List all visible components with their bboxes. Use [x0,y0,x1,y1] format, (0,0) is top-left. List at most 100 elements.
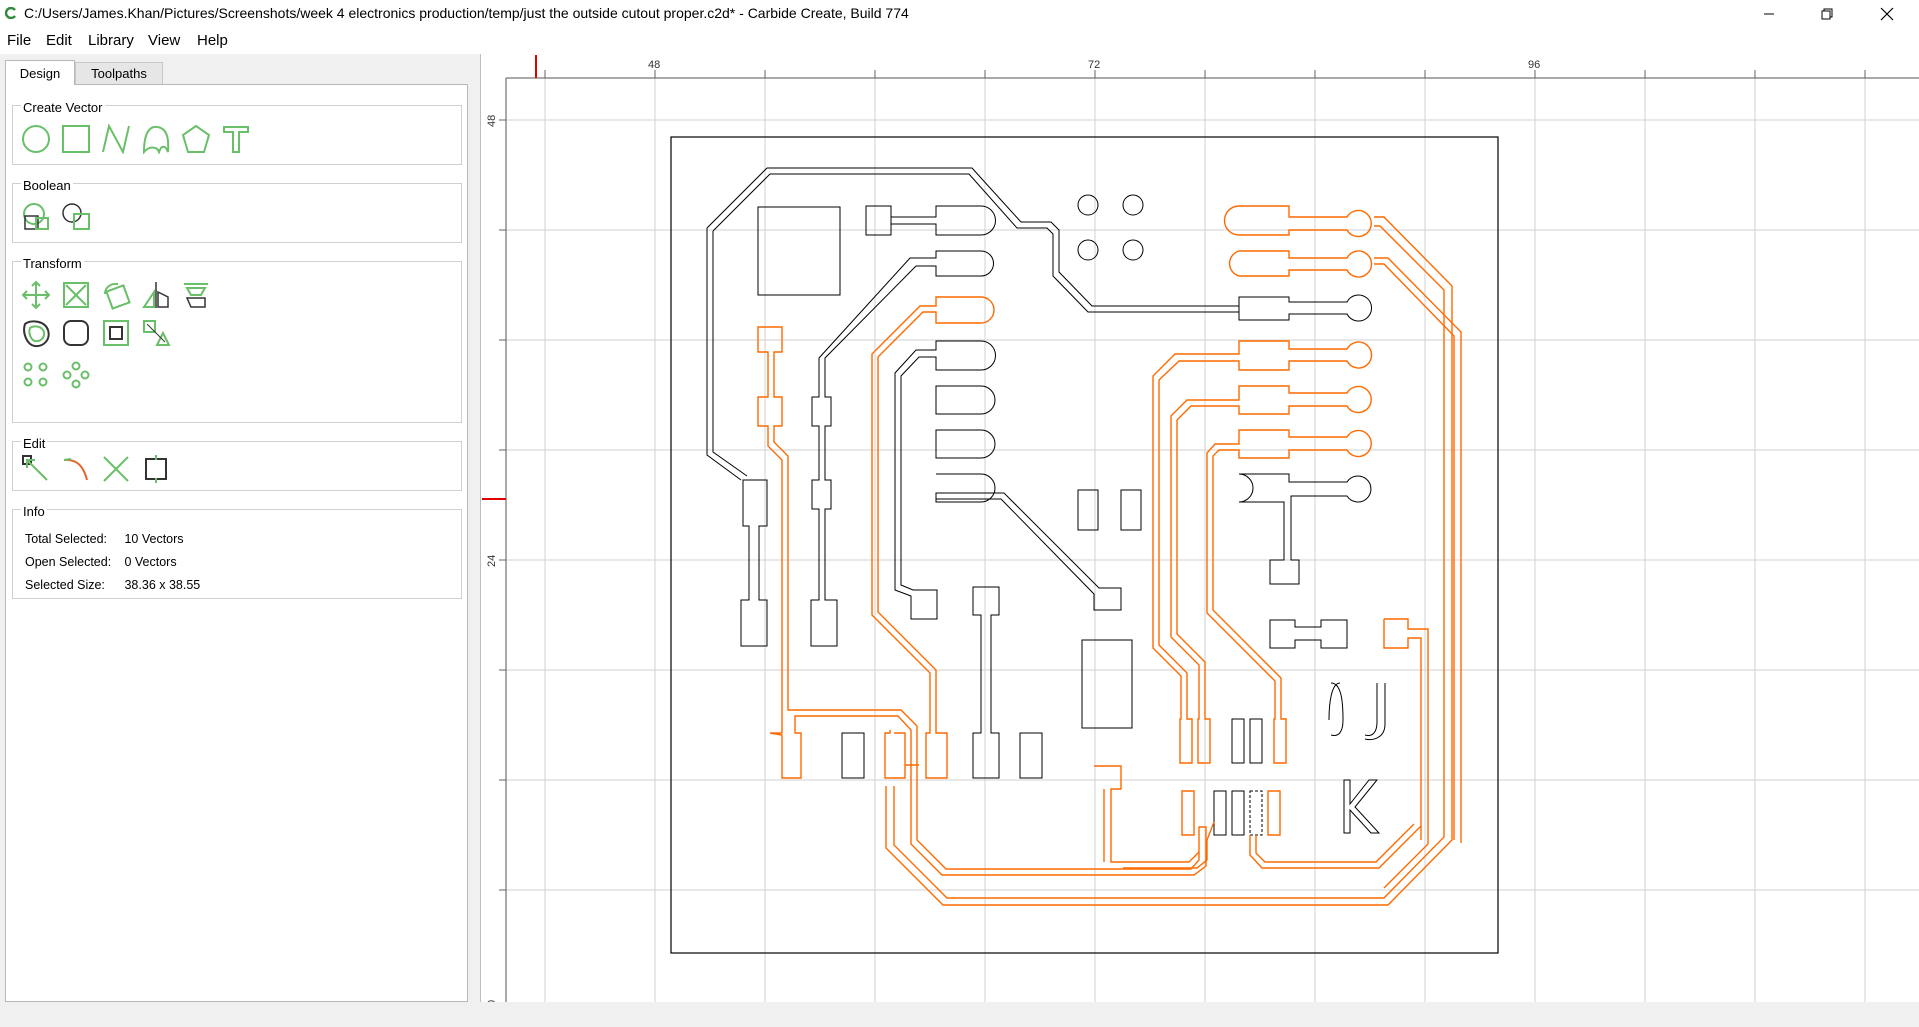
trace-pad-group-1[interactable] [810,250,994,647]
mounting-hole[interactable] [1122,194,1144,216]
menu-help[interactable]: Help [197,32,228,49]
trace-path-1[interactable] [706,167,1239,307]
label-k[interactable] [1343,779,1381,834]
top-ruler: 48 72 96 [482,55,1919,79]
selected-trace-1[interactable] [757,326,1207,876]
align-icon[interactable] [181,280,211,310]
trace-path-3[interactable] [706,228,742,481]
boolean-group: Boolean [12,178,462,243]
menu-view[interactable]: View [148,32,180,49]
selected-size-value: 38.36 x 38.55 [124,578,201,592]
trace-path-4[interactable] [712,231,748,477]
minimize-button[interactable] [1746,0,1792,28]
mirror-icon[interactable] [141,280,171,310]
trace-path-2[interactable] [712,173,1239,313]
unselected-vectors[interactable] [706,167,1386,836]
pad[interactable] [1249,790,1263,836]
fillet-icon[interactable] [61,318,91,348]
union-icon[interactable] [21,202,51,232]
cut-icon[interactable] [101,454,131,484]
selected-pad-2[interactable] [1383,619,1422,840]
group-icon[interactable] [101,318,131,348]
panel-body: Create Vector Boolean Transform Edit Inf… [5,84,468,1002]
selected-trace-2[interactable] [871,296,995,779]
linear-array-icon[interactable] [61,360,91,390]
selected-trace-6[interactable] [893,225,1445,899]
circular-array-icon[interactable] [21,360,51,390]
scale-icon[interactable] [61,280,91,310]
tab-design[interactable]: Design [5,60,75,85]
trace-pad-group-4[interactable] [935,473,1122,611]
pad[interactable] [1231,790,1245,836]
label-j-2[interactable] [1364,683,1386,741]
curve-icon[interactable] [141,124,171,154]
label-j-1[interactable] [1328,682,1344,736]
info-selected-size: Selected Size: 38.36 x 38.55 [25,578,200,592]
edit-group: Edit [12,436,462,491]
selected-pad-3[interactable] [1181,790,1195,836]
pad-pair[interactable] [1269,619,1348,649]
restore-button[interactable] [1804,0,1850,28]
info-total-selected: Total Selected: 10 Vectors [25,532,184,546]
canvas-svg[interactable]: 48 72 96 48 24 0 [481,54,1919,1006]
status-bar [0,1002,1919,1027]
create-vector-title: Create Vector [21,100,105,115]
design-panel: Design Toolpaths Create Vector Boolean T… [5,60,468,1002]
join-icon[interactable] [141,454,171,484]
pad[interactable] [1120,489,1142,531]
ruler-label-x-72: 72 [1088,59,1100,71]
move-icon[interactable] [21,280,51,310]
circle-icon[interactable] [21,124,51,154]
pad[interactable] [1249,718,1263,764]
close-button[interactable] [1864,0,1910,28]
component-pad[interactable] [1081,639,1133,729]
rotate-icon[interactable] [101,280,131,310]
trace-pad-group-3[interactable] [894,340,996,620]
pad-slot[interactable] [891,205,996,236]
window-title: C:/Users/James.Khan/Pictures/Screenshots… [24,5,909,21]
pad[interactable] [865,205,892,236]
info-group: Info Total Selected: 10 Vectors Open Sel… [12,504,462,599]
design-canvas[interactable]: 48 72 96 48 24 0 [480,54,1919,1006]
selected-trace-9[interactable] [1152,340,1373,764]
carbide-c-icon [5,7,16,19]
total-selected-value: 10 Vectors [124,532,184,546]
pad[interactable] [1213,790,1227,836]
selected-pad-4[interactable] [1267,790,1281,836]
trim-icon[interactable] [61,454,91,484]
open-selected-label: Open Selected: [25,555,112,569]
selected-trace-5[interactable] [885,205,1453,906]
polyline-icon[interactable] [101,124,131,154]
ungroup-icon[interactable] [141,318,171,348]
pad-slot-3[interactable] [935,429,996,459]
selected-trace-8[interactable] [1374,263,1455,840]
polygon-icon[interactable] [181,124,211,154]
node-edit-icon[interactable] [21,454,51,484]
component-pad[interactable] [757,206,841,296]
mounting-hole[interactable] [1122,239,1144,261]
selected-trace-10[interactable] [1170,385,1372,764]
close-icon [1880,7,1894,21]
pad[interactable] [1019,732,1043,779]
pad[interactable] [1231,718,1245,764]
tab-toolpaths[interactable]: Toolpaths [75,62,163,85]
selected-pad-1[interactable] [884,730,919,779]
text-icon[interactable] [221,124,251,154]
menu-file[interactable]: File [7,32,31,49]
trace-pad-group-6[interactable] [1238,473,1372,585]
info-open-selected: Open Selected: 0 Vectors [25,555,177,569]
pad[interactable] [841,732,865,779]
selected-trace-13[interactable] [1123,821,1215,869]
rectangle-icon[interactable] [61,124,91,154]
difference-icon[interactable] [61,202,91,232]
trace-pad-group-5[interactable] [972,586,1000,779]
selected-vectors[interactable] [757,205,1462,906]
pad-slot-4[interactable] [1238,294,1373,322]
offset-icon[interactable] [21,318,51,348]
menu-library[interactable]: Library [88,32,134,49]
menu-edit[interactable]: Edit [46,32,72,49]
left-ruler: 48 24 0 [482,78,507,1006]
trace-pad-group-2[interactable] [740,479,768,647]
pad-slot-2[interactable] [935,385,996,415]
ruler-label-y-24: 24 [486,555,498,567]
